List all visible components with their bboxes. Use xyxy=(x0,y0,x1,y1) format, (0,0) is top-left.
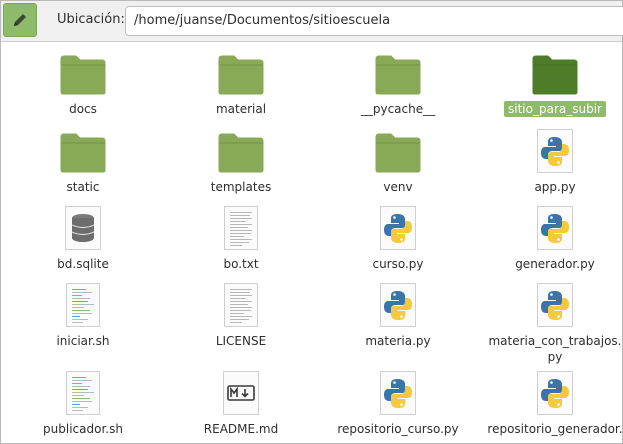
file-item-label: __pycache__ xyxy=(360,102,436,116)
edit-location-button[interactable] xyxy=(3,3,37,37)
file-item[interactable]: static xyxy=(8,129,158,199)
file-item-label: publicador.sh xyxy=(43,422,123,436)
file-item-label: materia.py xyxy=(365,334,431,348)
folder-icon xyxy=(532,55,578,98)
file-item[interactable]: app.py xyxy=(480,129,623,199)
file-item-label: material xyxy=(215,102,267,116)
folder-icon xyxy=(60,55,106,98)
file-item[interactable]: material xyxy=(166,51,316,121)
shell-script-icon xyxy=(66,371,100,415)
file-item-label: generador.py xyxy=(515,257,595,271)
file-item-label: LICENSE xyxy=(215,334,267,348)
file-item[interactable]: LICENSE xyxy=(166,283,316,353)
file-item[interactable]: iniciar.sh xyxy=(8,283,158,353)
python-file-icon xyxy=(537,129,573,176)
python-file-icon xyxy=(380,206,416,253)
file-item[interactable]: __pycache__ xyxy=(323,51,473,121)
file-item-label: docs xyxy=(69,102,97,116)
file-item[interactable]: sitio_para_subir xyxy=(480,51,623,121)
text-file-icon xyxy=(224,283,258,327)
python-file-icon xyxy=(537,283,573,330)
text-file-icon xyxy=(224,206,258,250)
location-toolbar: Ubicación: /home/juanse/Documentos/sitio… xyxy=(1,1,623,42)
folder-icon xyxy=(375,133,421,176)
file-item-label: venv xyxy=(383,180,413,194)
file-item[interactable]: materia_con_trabajos. py xyxy=(480,283,623,364)
file-item[interactable]: bd.sqlite xyxy=(8,206,158,276)
file-item[interactable]: materia.py xyxy=(323,283,473,353)
file-item-label: materia_con_trabajos. py xyxy=(488,334,622,364)
file-item-label: iniciar.sh xyxy=(56,334,110,348)
file-grid: docs material __pycache__ sitio_para_subirs… xyxy=(0,41,623,444)
python-file-icon xyxy=(537,371,573,418)
folder-icon xyxy=(60,133,106,176)
file-item-label: repositorio_curso.py xyxy=(337,422,459,436)
file-item-label: bd.sqlite xyxy=(57,257,109,271)
file-item[interactable]: curso.py xyxy=(323,206,473,276)
file-item-label: repositorio_generador. xyxy=(487,422,623,436)
file-item-label: app.py xyxy=(534,180,576,194)
file-item-label: templates xyxy=(210,180,272,194)
file-item[interactable]: repositorio_curso.py xyxy=(323,371,473,441)
folder-icon xyxy=(218,55,264,98)
file-item[interactable]: bo.txt xyxy=(166,206,316,276)
pencil-icon xyxy=(14,14,26,26)
file-item[interactable]: README.md xyxy=(166,371,316,441)
file-item-label: bo.txt xyxy=(223,257,259,271)
file-item[interactable]: venv xyxy=(323,129,473,199)
file-item-label: README.md xyxy=(203,422,279,436)
folder-icon xyxy=(218,133,264,176)
folder-icon xyxy=(375,55,421,98)
shell-script-icon xyxy=(66,283,100,327)
python-file-icon xyxy=(380,371,416,418)
markdown-file-icon xyxy=(223,371,259,418)
file-item[interactable]: repositorio_generador. xyxy=(480,371,623,441)
file-item-label: curso.py xyxy=(372,257,424,271)
file-item-label: sitio_para_subir xyxy=(480,101,623,117)
file-item[interactable]: generador.py xyxy=(480,206,623,276)
location-label: Ubicación: xyxy=(57,12,125,27)
python-file-icon xyxy=(537,206,573,253)
location-input[interactable]: /home/juanse/Documentos/sitioescuela xyxy=(125,6,623,36)
file-item[interactable]: templates xyxy=(166,129,316,199)
file-item[interactable]: docs xyxy=(8,51,158,121)
file-item[interactable]: publicador.sh xyxy=(8,371,158,441)
file-item-label: static xyxy=(66,180,100,194)
python-file-icon xyxy=(380,283,416,330)
database-file-icon xyxy=(65,206,101,253)
